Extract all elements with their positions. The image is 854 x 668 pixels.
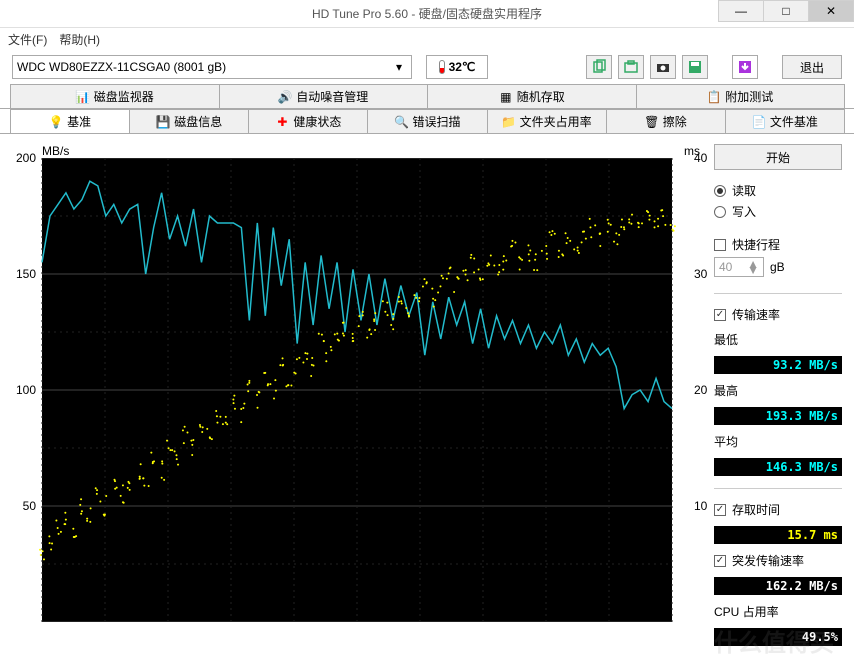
camera-button[interactable] [650,55,676,79]
temperature-display: 32℃ [426,55,488,79]
min-label: 最低 [714,331,842,348]
min-value: 93.2 MB/s [714,356,842,374]
tabs-lower: 💡基准 💾磁盘信息 ✚健康状态 🔍错误扫描 📁文件夹占用率 🗑擦除 📄文件基准 [0,109,854,134]
radio-read[interactable]: 读取 [714,182,842,199]
download-button[interactable] [732,55,758,79]
copy-button[interactable] [586,55,612,79]
random-icon: ▦ [499,90,513,104]
trash-icon: 🗑 [645,115,659,129]
tab-error[interactable]: 🔍错误扫描 [367,109,487,133]
burst-value: 162.2 MB/s [714,577,842,595]
monitor-icon: 📊 [76,90,90,104]
maximize-button[interactable]: □ [763,0,809,22]
close-button[interactable]: ✕ [808,0,854,22]
tab-random[interactable]: ▦随机存取 [427,84,637,108]
screenshot-button[interactable] [618,55,644,79]
check-access[interactable]: 存取时间 [714,501,842,518]
drive-select[interactable]: WDC WD80EZZX-11CSGA0 (8001 gB) ▾ [12,55,412,79]
avg-label: 平均 [714,433,842,450]
titlebar: HD Tune Pro 5.60 - 硬盘/固态硬盘实用程序 — □ ✕ [0,0,854,28]
tab-monitor[interactable]: 📊磁盘监视器 [10,84,220,108]
avg-value: 146.3 MB/s [714,458,842,476]
save-button[interactable] [682,55,708,79]
thermometer-icon [439,60,445,74]
y-label-left: MB/s [42,144,69,158]
side-panel: 开始 读取 写入 快捷行程 40▲▼ gB 传输速率 最低 93.2 MB/s … [714,144,842,646]
tab-benchmark[interactable]: 💡基准 [10,109,130,133]
chart-area: MB/s ms 200 150 100 50 40 30 20 10 [12,144,704,646]
tab-erase[interactable]: 🗑擦除 [606,109,726,133]
plus-icon: ✚ [275,115,289,129]
access-value: 15.7 ms [714,526,842,544]
benchmark-chart [12,158,692,622]
max-label: 最高 [714,382,842,399]
tab-aam[interactable]: 🔊自动噪音管理 [219,84,429,108]
tab-health[interactable]: ✚健康状态 [248,109,368,133]
search-icon: 🔍 [394,115,408,129]
menu-file[interactable]: 文件(F) [8,31,47,48]
y-axis-right: 40 30 20 10 [692,158,712,622]
radio-write[interactable]: 写入 [714,203,842,220]
max-value: 193.3 MB/s [714,407,842,425]
disk-icon: 💾 [156,115,170,129]
window-title: HD Tune Pro 5.60 - 硬盘/固态硬盘实用程序 [312,5,542,22]
tab-folder[interactable]: 📁文件夹占用率 [487,109,607,133]
test-icon: 📋 [707,90,721,104]
exit-button[interactable]: 退出 [782,55,842,79]
check-transfer[interactable]: 传输速率 [714,306,842,323]
tab-filebench[interactable]: 📄文件基准 [725,109,845,133]
cpu-label: CPU 占用率 [714,603,842,620]
minimize-button[interactable]: — [718,0,764,22]
bulb-icon: 💡 [49,115,63,129]
stroke-spinner: 40▲▼ [714,257,764,277]
folder-icon: 📁 [502,115,516,129]
toolbar: WDC WD80EZZX-11CSGA0 (8001 gB) ▾ 32℃ 退出 [0,50,854,84]
speaker-icon: 🔊 [278,90,292,104]
file-icon: 📄 [752,115,766,129]
check-burst[interactable]: 突发传输速率 [714,552,842,569]
check-shortstroke[interactable]: 快捷行程 [714,236,842,253]
tab-extra[interactable]: 📋附加测试 [636,84,846,108]
cpu-value: 49.5% [714,628,842,646]
start-button[interactable]: 开始 [714,144,842,170]
chevron-down-icon: ▾ [391,60,407,74]
menubar: 文件(F) 帮助(H) [0,28,854,50]
tabs-upper: 📊磁盘监视器 🔊自动噪音管理 ▦随机存取 📋附加测试 [0,84,854,109]
menu-help[interactable]: 帮助(H) [59,31,100,48]
tab-info[interactable]: 💾磁盘信息 [129,109,249,133]
